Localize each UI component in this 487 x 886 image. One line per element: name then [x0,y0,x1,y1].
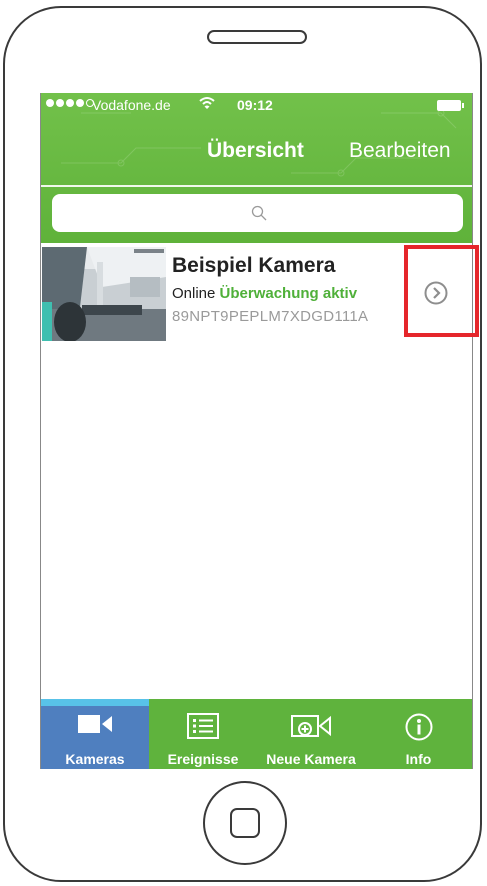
camera-id: 89NPT9PEPLM7XDGD111A [172,308,369,325]
list-icon [187,713,219,739]
camera-status: Online Überwachung aktiv [172,285,357,302]
tab-label: Neue Kamera [266,751,356,767]
page-title: Übersicht [207,139,304,162]
add-camera-icon [291,715,331,737]
search-input[interactable] [52,194,463,232]
status-bar: Vodafone.de 09:12 [41,93,472,117]
home-button[interactable] [203,781,287,865]
video-camera-icon [78,715,112,733]
search-icon [251,205,267,221]
tab-bar: Kameras Ereignisse Neue Kamera Info [41,699,472,769]
online-label: Online [172,285,216,302]
tab-info[interactable]: Info [365,699,472,769]
tab-neue-kamera[interactable]: Neue Kamera [257,699,365,769]
info-icon [405,713,432,741]
camera-thumbnail [42,247,166,341]
clock: 09:12 [237,97,273,113]
monitoring-label: Überwachung aktiv [219,285,358,302]
tab-label: Kameras [65,751,125,767]
battery-icon [437,100,464,111]
signal-strength-icon [46,99,94,107]
app-screen: Vodafone.de 09:12 Übersicht Bearbeiten B… [40,93,473,769]
tab-kameras[interactable]: Kameras [41,699,149,769]
home-button-square [230,808,260,838]
header: Vodafone.de 09:12 Übersicht Bearbeiten [41,93,472,243]
carrier-name: Vodafone.de [92,97,171,113]
header-divider [41,185,472,187]
edit-button[interactable]: Bearbeiten [349,139,451,163]
nav-bar: Übersicht Bearbeiten [41,129,472,175]
tab-label: Info [405,751,432,767]
tab-label: Ereignisse [167,751,239,767]
tab-ereignisse[interactable]: Ereignisse [149,699,257,769]
camera-name: Beispiel Kamera [172,254,336,277]
chevron-right-circle-icon[interactable] [424,281,448,305]
wifi-icon [199,97,215,109]
speaker-slot [207,30,307,44]
